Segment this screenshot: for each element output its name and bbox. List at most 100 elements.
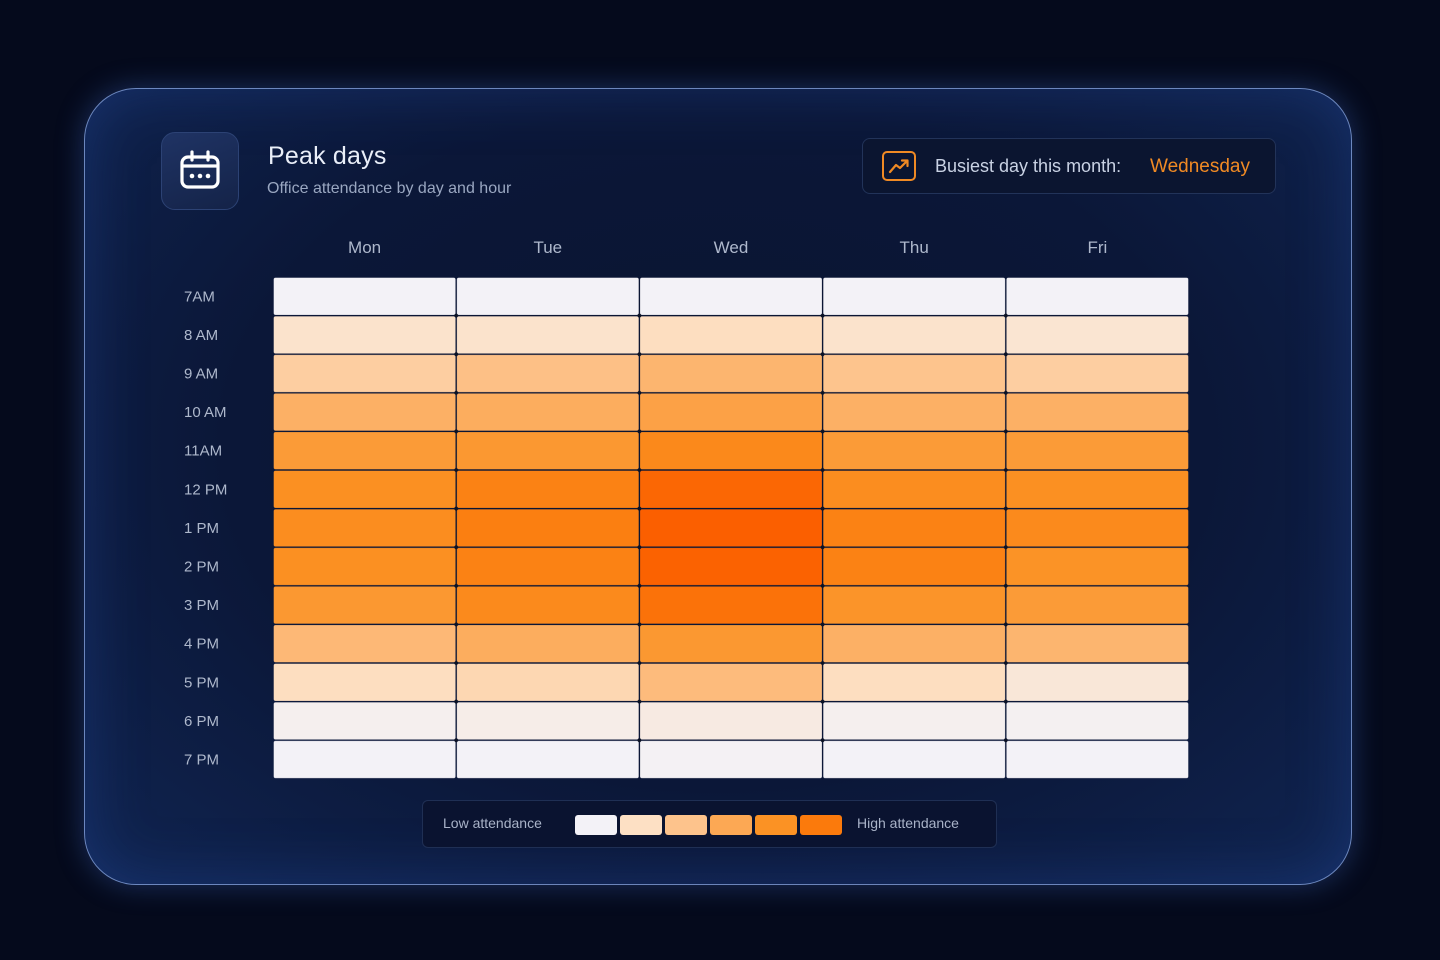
heatmap-cell (456, 624, 640, 663)
y-tick-label: 9 AM (184, 366, 218, 383)
y-tick-label: 4 PM (184, 636, 219, 653)
x-tick-label: Fri (1087, 238, 1107, 257)
grid-dot (454, 699, 459, 704)
heatmap-cell (639, 701, 823, 740)
heatmap-cell (456, 393, 640, 432)
y-tick-label: 3 PM (184, 597, 219, 614)
x-tick-label: Wed (714, 238, 749, 257)
x-tick-label: Tue (533, 238, 562, 257)
heatmap-cell (639, 277, 823, 316)
grid-dot (637, 661, 642, 665)
heatmap-cell (273, 277, 456, 316)
heatmap-cell (822, 393, 1006, 432)
heatmap-cell (639, 547, 823, 586)
y-tick-label: 10 AM (184, 404, 227, 421)
y-tick-label: 7 PM (184, 752, 219, 769)
grid-dot (454, 584, 459, 588)
x-tick-label: Mon (348, 238, 381, 257)
grid-dot (820, 584, 825, 588)
grid-dot (454, 313, 459, 318)
heatmap-cell (822, 701, 1006, 740)
grid-dot (1004, 584, 1008, 588)
heatmap-cell (273, 663, 456, 702)
heatmap-cell (639, 354, 823, 393)
x-tick-label: Thu (900, 238, 929, 257)
grid-dot (454, 468, 459, 472)
grid-dot (820, 738, 825, 742)
grid-dot (820, 661, 825, 665)
grid-dot (454, 391, 459, 395)
grid-dot (454, 352, 459, 357)
heatmap-cell (273, 701, 456, 740)
heatmap-cell (822, 470, 1006, 509)
legend-swatch (575, 815, 617, 835)
grid-dot (637, 622, 642, 627)
legend-swatches (575, 815, 842, 835)
grid-dot (820, 622, 825, 627)
heatmap-cell (1006, 701, 1189, 740)
heatmap-cell (456, 547, 640, 586)
heatmap-cell (456, 277, 640, 316)
heatmap-cell (273, 393, 456, 432)
heatmap-cell (1006, 740, 1189, 779)
heatmap-cell (1006, 393, 1189, 432)
heatmap-cell (1006, 663, 1189, 702)
y-tick-label: 8 AM (184, 327, 218, 344)
y-tick-label: 6 PM (184, 713, 219, 730)
heatmap-cell (273, 740, 456, 779)
grid-dot (637, 429, 642, 434)
heatmap-cell (456, 431, 640, 470)
color-legend: Low attendance High attendance (422, 800, 997, 848)
heatmap-cell (1006, 315, 1189, 354)
grid-dot (820, 545, 825, 549)
heatmap-cell (273, 508, 456, 547)
heatmap-cell (639, 470, 823, 509)
heatmap-cell (456, 354, 640, 393)
heatmap-cell (822, 431, 1006, 470)
y-tick-label: 5 PM (184, 674, 219, 691)
heatmap-cell (273, 624, 456, 663)
heatmap-cell (639, 315, 823, 354)
heatmap-cell (273, 470, 456, 509)
heatmap-cell (822, 740, 1006, 779)
grid-dot (1004, 545, 1008, 549)
grid-dot (454, 429, 459, 434)
grid-dot (820, 429, 825, 434)
grid-dot (637, 352, 642, 357)
grid-dot (637, 699, 642, 704)
heatmap-cell (273, 586, 456, 625)
grid-dot (637, 545, 642, 549)
heatmap-cell (1006, 277, 1189, 316)
grid-dot (1004, 352, 1008, 357)
grid-dot (820, 699, 825, 704)
y-tick-label: 7AM (184, 288, 215, 305)
grid-dot (1004, 738, 1008, 742)
grid-dot (820, 352, 825, 357)
heatmap-cell (1006, 508, 1189, 547)
grid-dot (1004, 661, 1008, 665)
grid-dot (454, 661, 459, 665)
heatmap-cell (1006, 470, 1189, 509)
grid-dot (637, 506, 642, 511)
heatmap-cell (639, 431, 823, 470)
grid-dot (820, 313, 825, 318)
grid-dot (1004, 313, 1008, 318)
grid-dot (1004, 391, 1008, 395)
heatmap-cell (822, 277, 1006, 316)
grid-dot (637, 391, 642, 395)
heatmap-cell (1006, 547, 1189, 586)
heatmap-cell (639, 393, 823, 432)
grid-dot (637, 468, 642, 472)
heatmap-cell (273, 547, 456, 586)
grid-dot (637, 584, 642, 588)
heatmap-cell (456, 470, 640, 509)
heatmap-cell (456, 315, 640, 354)
legend-high-label: High attendance (857, 815, 959, 831)
y-tick-label: 2 PM (184, 559, 219, 576)
grid-dot (454, 622, 459, 627)
y-tick-label: 11AM (184, 443, 222, 460)
heatmap-cell (273, 431, 456, 470)
grid-dot (454, 506, 459, 511)
heatmap-cell (1006, 354, 1189, 393)
legend-swatch (665, 815, 707, 835)
